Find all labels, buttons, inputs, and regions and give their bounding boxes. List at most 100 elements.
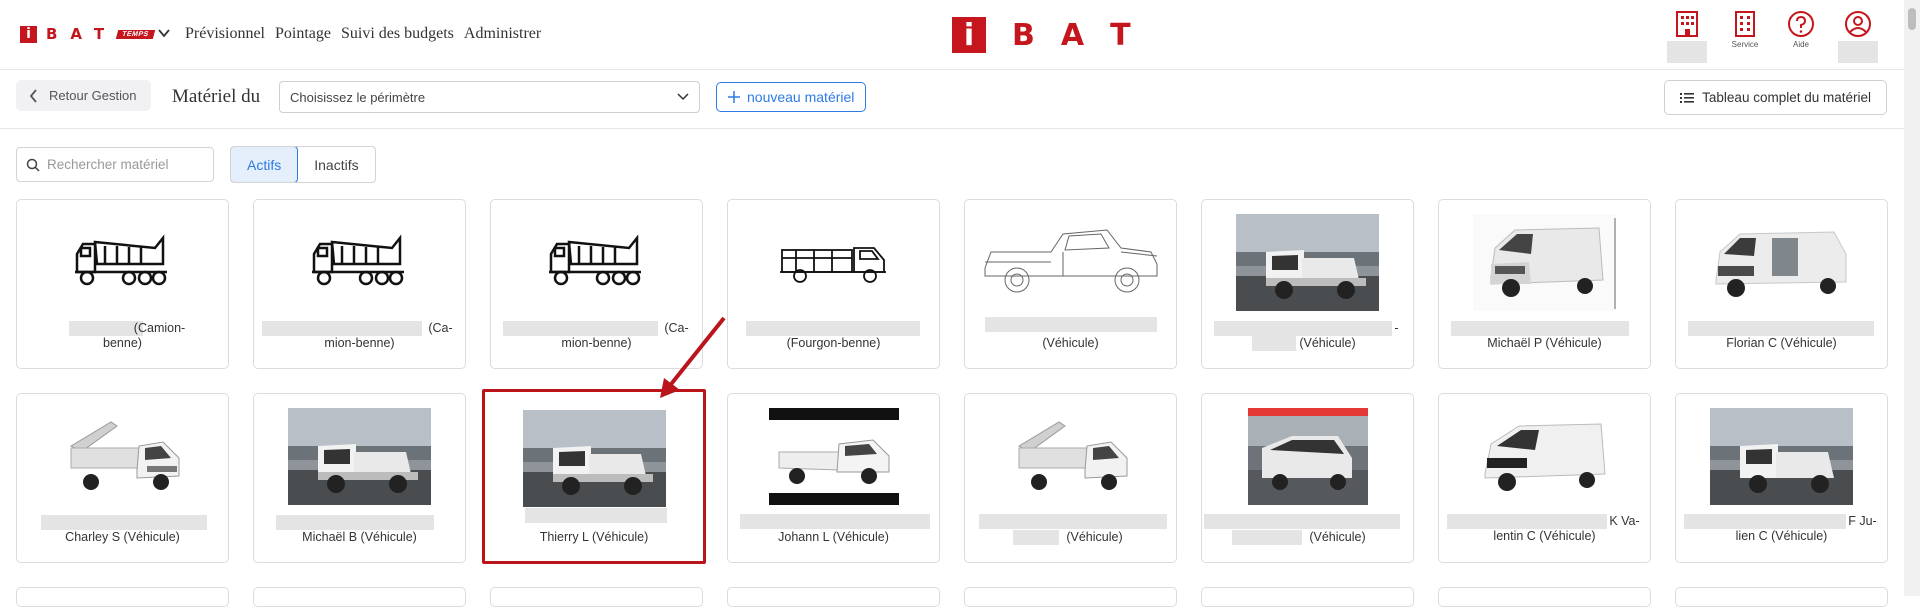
material-name: Michaël P (Véhicule) [1487,336,1602,350]
material-card[interactable]: (Ca-mion-benne) [253,199,466,369]
material-card[interactable]: Johann L (Véhicule) [727,393,940,563]
material-card[interactable]: K Va-lentin C (Véhicule) [1438,393,1651,563]
dump-truck-icon [522,212,672,312]
perimeter-select[interactable]: Choisissez le périmètre [279,81,700,113]
user-name-redacted [1838,41,1878,63]
material-card[interactable]: - (Véhicule) [1201,199,1414,369]
material-card[interactable] [727,587,940,607]
material-name: (Ca-mion-benne) [561,321,689,350]
material-card[interactable]: (Véhicule) [964,393,1177,563]
center-logo-a: A [1060,17,1085,53]
perimeter-select-value: Choisissez le périmètre [290,89,426,105]
material-name: (Véhicule) [1042,336,1099,350]
material-card[interactable]: (Camion-benne) [16,199,229,369]
redacted-text [1204,514,1400,529]
material-card[interactable]: (Véhicule) [1201,393,1414,563]
toolbar: Retour Gestion Matériel du Choisissez le… [0,71,1904,129]
nav-administrer[interactable]: Administrer [464,25,541,43]
status-tabs: Actifs Inactifs [230,146,376,183]
scrollbar-thumb[interactable] [1908,8,1916,30]
redacted-text [525,508,667,523]
material-name: Charley S (Véhicule) [65,530,180,544]
center-logo: i B A T [952,17,1131,53]
full-table-button[interactable]: Tableau complet du matériel [1664,80,1887,115]
material-card[interactable]: (Véhicule) [964,199,1177,369]
material-card[interactable]: F Ju-lien C (Véhicule) [1675,393,1888,563]
search-icon [26,158,40,172]
material-card[interactable]: Michaël B (Véhicule) [253,393,466,563]
tipper-van-icon [759,212,909,312]
user-menu[interactable] [1836,10,1880,63]
vehicle-photo [285,406,435,506]
new-material-button[interactable]: nouveau matériel [716,82,867,112]
material-card[interactable]: Florian C (Véhicule) [1675,199,1888,369]
help-icon [1788,11,1814,37]
material-name: - (Véhicule) [1299,321,1399,350]
vehicle-photo [1707,406,1857,506]
tipper-truck-photo [48,406,198,506]
chevron-down-icon[interactable] [157,26,171,40]
material-card[interactable]: Michaël P (Véhicule) [1438,199,1651,369]
pickup-truck-icon [981,212,1161,312]
material-card[interactable] [1201,587,1414,607]
material-card[interactable]: (Fourgon-benne) [727,199,940,369]
material-card[interactable]: (Ca-mion-benne) [490,199,703,369]
service-menu[interactable]: Service [1723,10,1767,51]
tab-actifs[interactable]: Actifs [230,147,299,182]
material-name: (Ca-mion-benne) [324,321,453,350]
material-name: (Véhicule) [1309,530,1366,544]
brand-logo-small[interactable]: i BAT TEMPS [20,24,155,44]
chevron-down-icon [677,93,689,101]
center-logo-square: i [952,17,986,53]
material-name: Florian C (Véhicule) [1726,336,1837,350]
material-name: Johann L (Véhicule) [778,530,889,544]
back-button-label: Retour Gestion [49,88,137,103]
center-logo-t: T [1110,17,1131,53]
center-logo-b: B [1012,17,1035,53]
search-input[interactable] [47,157,207,172]
material-card[interactable]: Charley S (Véhicule) [16,393,229,563]
nav-previsionnel[interactable]: Prévisionnel [185,25,265,43]
material-name: (Véhicule) [1066,530,1123,544]
back-button[interactable]: Retour Gestion [16,80,152,111]
redacted-text [276,515,434,530]
material-card[interactable] [16,587,229,607]
page-scrollbar[interactable] [1904,0,1920,596]
dump-truck-icon [48,212,198,312]
material-card-highlighted[interactable]: Thierry L (Véhicule) [482,389,706,564]
tab-inactifs[interactable]: Inactifs [298,147,374,182]
nav-suivi-budgets[interactable]: Suivi des budgets [341,25,454,43]
material-card[interactable] [490,587,703,607]
help-menu[interactable]: Aide [1779,10,1823,51]
search-box[interactable] [16,147,214,182]
vehicle-photo [519,408,669,508]
material-card[interactable] [964,587,1177,607]
van-photo [1470,406,1620,506]
material-name: Michaël B (Véhicule) [302,530,417,544]
page-title: Matériel du [172,86,261,107]
company-menu[interactable] [1664,10,1710,63]
new-material-label: nouveau matériel [747,89,855,105]
plus-icon [728,91,740,103]
van-photo [1707,212,1857,312]
help-label: Aide [1792,40,1809,49]
building-icon [1735,11,1755,37]
chevron-left-icon [29,88,37,103]
material-card[interactable] [1438,587,1651,607]
full-table-label: Tableau complet du matériel [1702,90,1871,105]
material-card[interactable] [253,587,466,607]
company-name-redacted [1667,41,1707,63]
service-label: Service [1731,40,1759,49]
tipper-truck-photo [996,406,1146,506]
material-card[interactable] [1675,587,1888,607]
redacted-text [979,514,1167,529]
vehicle-photo [759,406,909,506]
dump-truck-icon [285,212,435,312]
nav-pointage[interactable]: Pointage [275,25,331,43]
main-menu: Prévisionnel Pointage Suivi des budgets … [185,25,541,43]
brand-logo-letters: BAT [46,25,118,43]
vehicle-photo [1233,212,1383,312]
top-navigation-bar: i BAT TEMPS Prévisionnel Pointage Suivi … [0,0,1904,70]
redacted-text [740,514,930,529]
list-icon [1680,92,1695,103]
